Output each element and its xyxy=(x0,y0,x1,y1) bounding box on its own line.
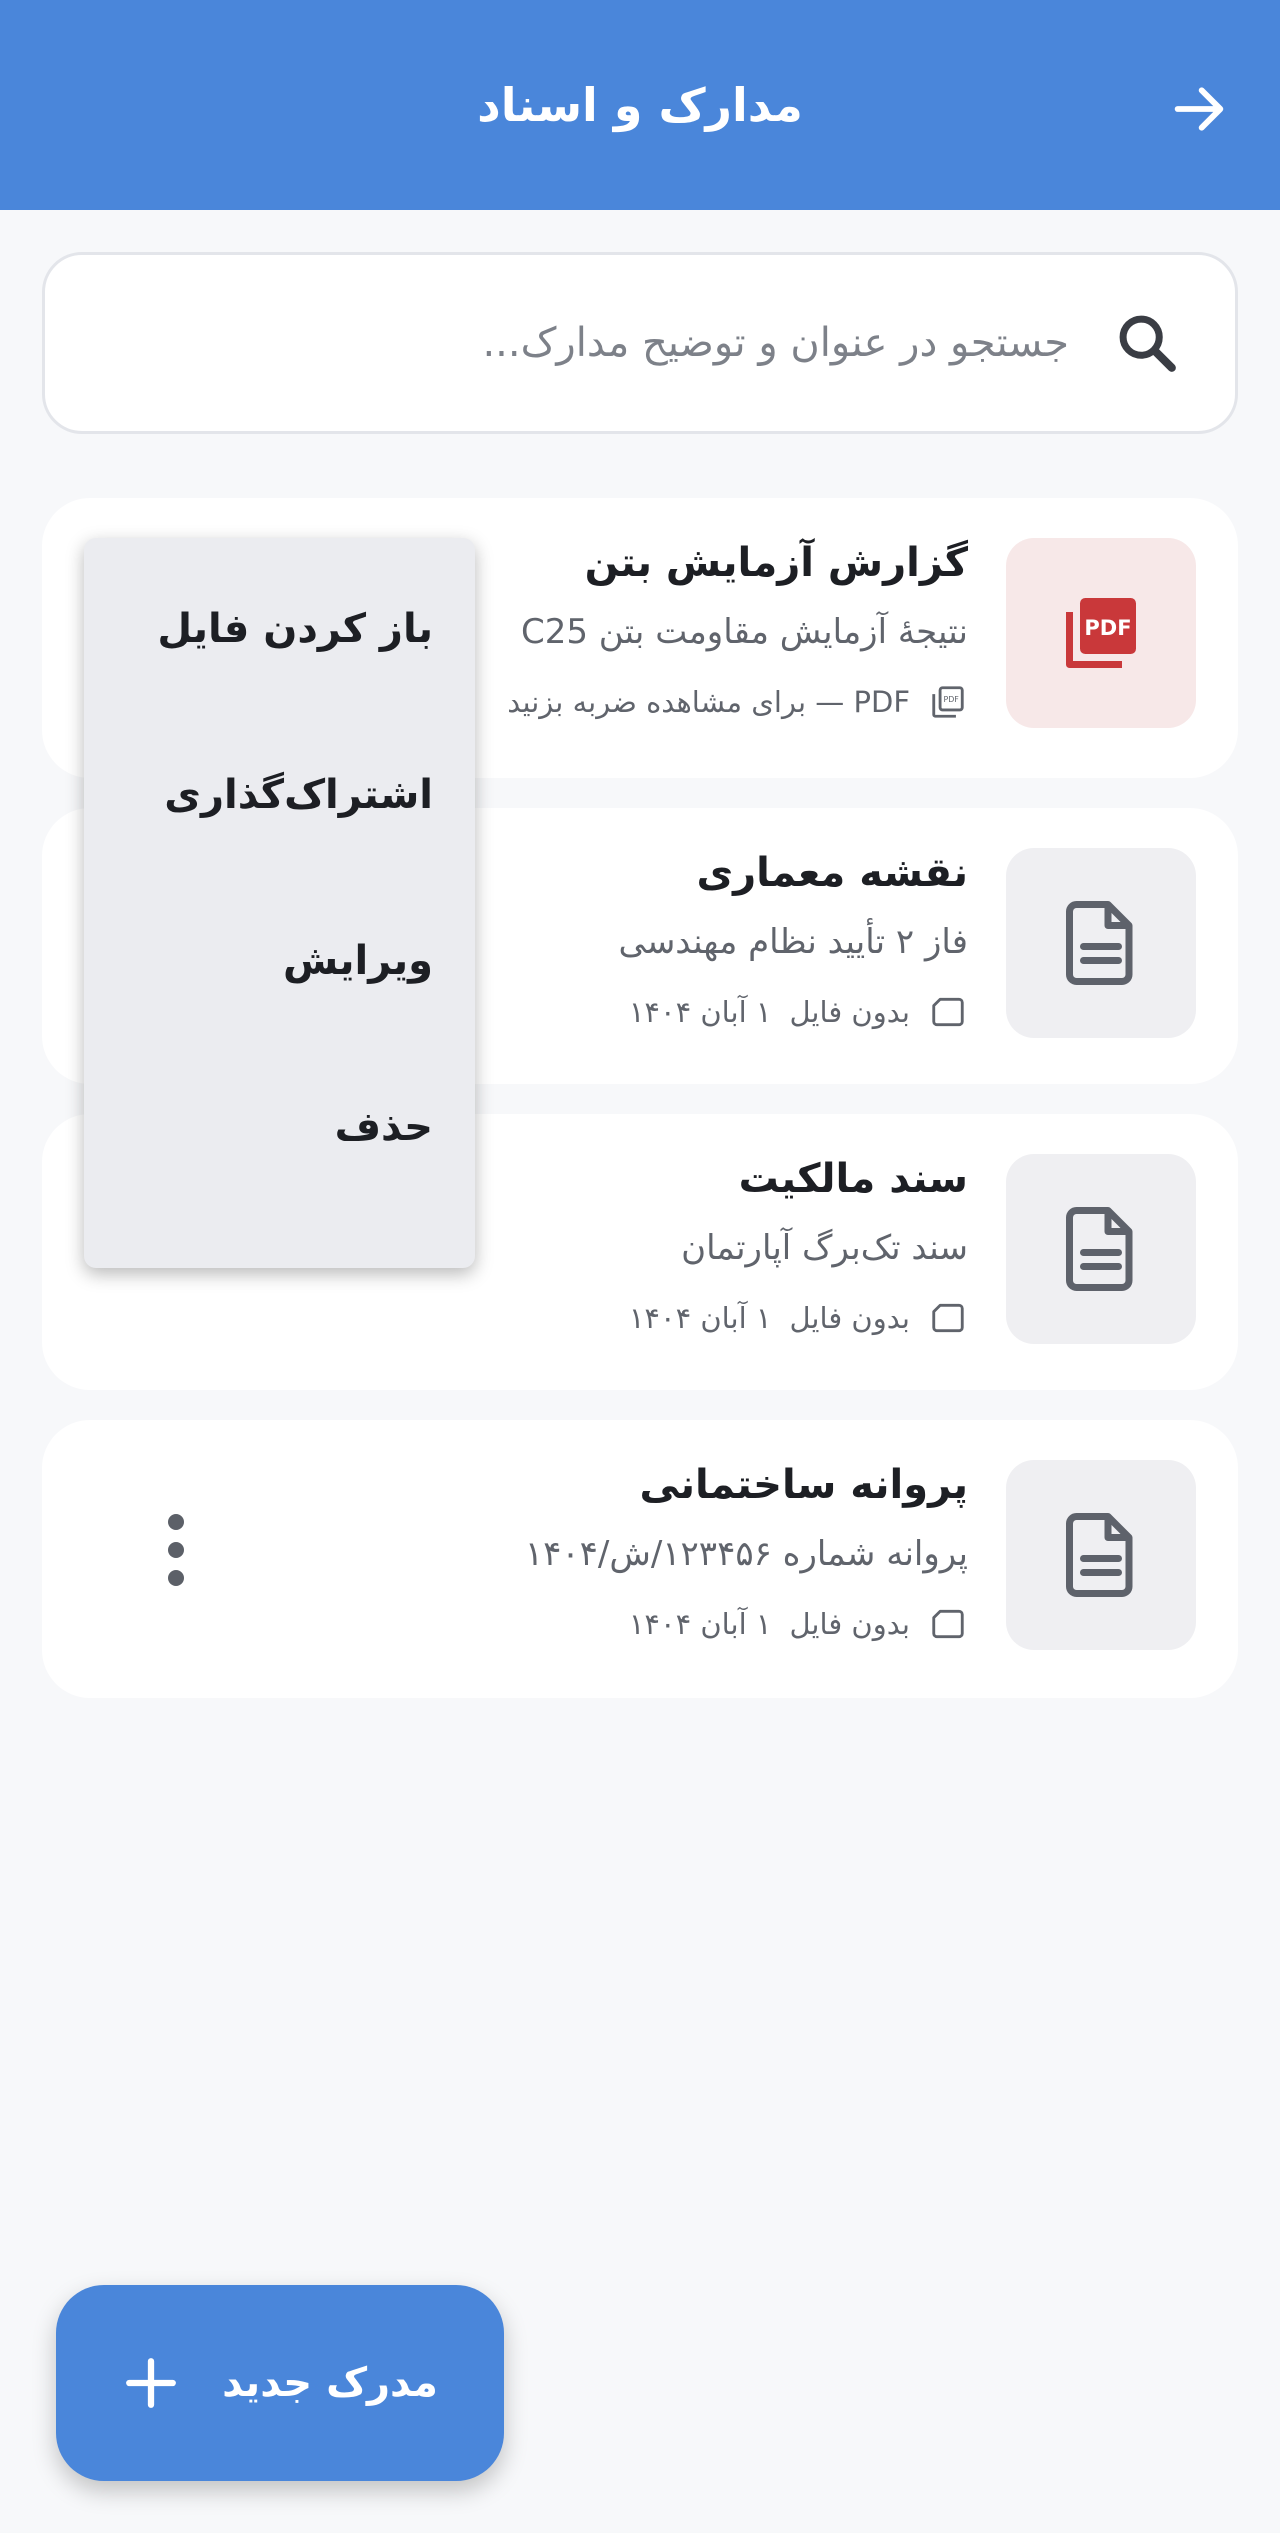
folder-icon xyxy=(928,1604,968,1644)
document-title: سند مالکیت xyxy=(738,1156,968,1202)
search-input[interactable] xyxy=(45,255,1109,431)
document-title: گزارش آزمایش بتن xyxy=(584,540,968,586)
new-document-button[interactable]: مدرک جدید xyxy=(56,2285,504,2481)
documents-screen: مدارک و اسناد PDF گزارش آزمایش بتن نتیجه… xyxy=(0,0,1280,2533)
svg-text:PDF: PDF xyxy=(1084,616,1131,640)
folder-icon xyxy=(928,1298,968,1338)
back-button[interactable] xyxy=(1162,72,1236,146)
document-description: فاز ۲ تأیید نظام مهندسی xyxy=(618,922,968,962)
svg-text:PDF: PDF xyxy=(943,695,959,704)
new-document-label: مدرک جدید xyxy=(222,2360,438,2406)
document-meta: بدون فایل ۱ آبان ۱۴۰۴ xyxy=(629,992,968,1032)
app-bar: مدارک و اسناد xyxy=(0,0,1280,210)
document-icon xyxy=(1066,1207,1133,1291)
document-thumbnail: PDF xyxy=(1006,538,1196,728)
page-title: مدارک و اسناد xyxy=(477,78,803,132)
kebab-dot xyxy=(168,1570,184,1586)
menu-item-share[interactable]: اشتراک‌گذاری xyxy=(84,712,475,878)
document-title: نقشه معماری xyxy=(696,850,968,896)
context-menu: باز کردن فایل اشتراک‌گذاری ویرایش حذف xyxy=(84,538,475,1268)
document-title: پروانه ساختمانی xyxy=(639,1462,968,1508)
document-meta: PDF PDF — برای مشاهده ضربه بزنید xyxy=(507,682,968,722)
menu-item-edit[interactable]: ویرایش xyxy=(84,878,475,1044)
kebab-dot xyxy=(168,1542,184,1558)
kebab-dot xyxy=(168,1514,184,1530)
menu-item-delete[interactable]: حذف xyxy=(84,1044,475,1210)
document-date: ۱ آبان ۱۴۰۴ xyxy=(628,995,772,1029)
document-card[interactable]: پروانه ساختمانی پروانه شماره ۱۲۳۴۵۶/ش/۱۴… xyxy=(42,1420,1238,1698)
arrow-right-icon xyxy=(1174,87,1224,131)
document-file-status: بدون فایل xyxy=(789,1301,910,1335)
folder-icon xyxy=(928,992,968,1032)
menu-item-open-file[interactable]: باز کردن فایل xyxy=(84,546,475,712)
pdf-icon: PDF xyxy=(1066,598,1136,668)
document-file-hint: PDF — برای مشاهده ضربه بزنید xyxy=(507,685,910,719)
document-icon xyxy=(1066,1513,1133,1597)
document-date: ۱ آبان ۱۴۰۴ xyxy=(628,1301,772,1335)
document-meta: بدون فایل ۱ آبان ۱۴۰۴ xyxy=(629,1298,968,1338)
document-file-status: بدون فایل xyxy=(789,995,910,1029)
document-description: پروانه شماره ۱۲۳۴۵۶/ش/۱۴۰۴ xyxy=(524,1534,968,1574)
document-date: ۱ آبان ۱۴۰۴ xyxy=(628,1607,772,1641)
document-icon xyxy=(1066,901,1133,985)
plus-icon xyxy=(126,2358,176,2408)
search-icon xyxy=(1109,305,1185,381)
document-meta: بدون فایل ۱ آبان ۱۴۰۴ xyxy=(629,1604,968,1644)
document-thumbnail xyxy=(1006,1154,1196,1344)
search-bar[interactable] xyxy=(42,252,1238,434)
document-thumbnail xyxy=(1006,848,1196,1038)
pdf-file-icon: PDF xyxy=(928,682,968,722)
document-thumbnail xyxy=(1006,1460,1196,1650)
document-file-status: بدون فایل xyxy=(789,1607,910,1641)
more-options-icon[interactable] xyxy=(146,1500,206,1600)
document-description: سند تک‌برگ آپارتمان xyxy=(681,1228,968,1268)
document-description: نتیجهٔ آزمایش مقاومت بتن C25 xyxy=(520,612,968,652)
